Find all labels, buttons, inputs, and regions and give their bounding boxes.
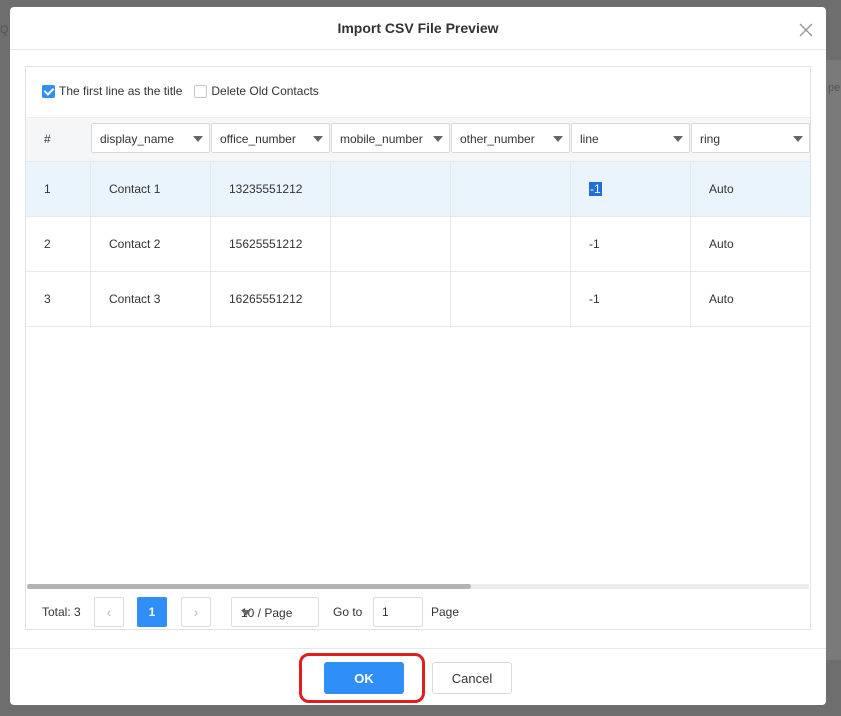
dialog-footer: OK Cancel <box>10 648 826 705</box>
prev-page-button[interactable]: ‹ <box>94 597 124 627</box>
line-cell: -1 <box>571 162 691 216</box>
column-select-label: line <box>580 132 599 146</box>
column-select-label: other_number <box>460 132 535 146</box>
column-select-label: display_name <box>100 132 175 146</box>
options-row: The first line as the title Delete Old C… <box>42 83 331 99</box>
ring-cell: Auto <box>691 162 810 216</box>
preview-panel: The first line as the title Delete Old C… <box>25 66 811 630</box>
display-name-cell: Contact 1 <box>91 162 211 216</box>
first-line-title-option[interactable]: The first line as the title <box>42 84 182 98</box>
cancel-button[interactable]: Cancel <box>432 662 512 694</box>
office-number-cell: 15625551212 <box>211 217 331 271</box>
caret-down-icon <box>433 136 443 142</box>
table-row[interactable]: 2 Contact 2 15625551212 -1 Auto <box>26 217 810 272</box>
index-header: # <box>44 132 51 146</box>
page-label: Page <box>431 605 460 619</box>
first-line-title-label: The first line as the title <box>59 84 183 98</box>
index-cell: 1 <box>26 162 91 216</box>
column-select-label: ring <box>700 132 721 146</box>
index-cell: 3 <box>26 272 91 326</box>
ring-value: Auto <box>709 292 734 306</box>
caret-down-icon <box>313 136 323 142</box>
column-select-label: mobile_number <box>340 132 423 146</box>
office-number-value: 13235551212 <box>229 182 303 196</box>
column-select-label: office_number <box>220 132 296 146</box>
caret-down-icon <box>793 136 803 142</box>
dialog-title: Import CSV File Preview <box>337 20 499 36</box>
display-name-value: Contact 1 <box>109 182 161 196</box>
office-number-value: 16265551212 <box>229 292 303 306</box>
office-number-cell: 13235551212 <box>211 162 331 216</box>
ring-cell: Auto <box>691 272 810 326</box>
table-header: # display_name office_number mobile_numb… <box>26 117 810 162</box>
delete-old-contacts-label: Delete Old Contacts <box>211 84 319 98</box>
caret-down-icon <box>673 136 683 142</box>
mobile-number-cell <box>331 217 451 271</box>
ring-cell: Auto <box>691 217 810 271</box>
column-select-office-number[interactable]: office_number <box>211 123 330 153</box>
caret-down-icon <box>553 136 563 142</box>
dialog-header: Import CSV File Preview <box>10 7 826 50</box>
line-value: -1 <box>589 292 600 306</box>
goto-label: Go to <box>333 605 363 619</box>
goto-page-input[interactable] <box>373 597 423 627</box>
table-row[interactable]: 1 Contact 1 13235551212 -1 Auto <box>26 162 810 217</box>
table-row[interactable]: 3 Contact 3 16265551212 -1 Auto <box>26 272 810 327</box>
ring-value: Auto <box>709 237 734 251</box>
column-select-mobile-number[interactable]: mobile_number <box>331 123 450 153</box>
page-button-current[interactable]: 1 <box>137 597 167 627</box>
line-cell: -1 <box>571 217 691 271</box>
delete-old-contacts-checkbox[interactable] <box>194 84 208 98</box>
display-name-cell: Contact 3 <box>91 272 211 326</box>
import-csv-dialog: Import CSV File Preview The first line a… <box>10 7 826 705</box>
column-select-display-name[interactable]: display_name <box>91 123 210 153</box>
other-number-cell <box>451 162 571 216</box>
index-cell: 2 <box>26 217 91 271</box>
line-cell: -1 <box>571 272 691 326</box>
mobile-number-cell <box>331 162 451 216</box>
csv-preview-table: # display_name office_number mobile_numb… <box>26 117 810 327</box>
horizontal-scrollbar[interactable] <box>27 584 809 589</box>
pagination: Total: 3 ‹ 1 › 10 / Page Go to Page <box>26 597 810 627</box>
delete-old-contacts-option[interactable]: Delete Old Contacts <box>194 84 319 98</box>
scrollbar-thumb[interactable] <box>27 584 471 589</box>
caret-down-icon <box>241 610 251 616</box>
column-select-ring[interactable]: ring <box>691 123 810 153</box>
ok-button[interactable]: OK <box>324 662 404 694</box>
page-size-select[interactable]: 10 / Page <box>231 597 319 627</box>
mobile-number-cell <box>331 272 451 326</box>
chevron-left-icon: ‹ <box>106 604 112 620</box>
ring-value: Auto <box>709 182 734 196</box>
backdrop-ghost-left: Q <box>0 24 9 36</box>
other-number-cell <box>451 272 571 326</box>
index-value: 3 <box>44 292 51 306</box>
other-number-cell <box>451 217 571 271</box>
line-value-selected: -1 <box>589 182 602 196</box>
chevron-right-icon: › <box>193 604 199 620</box>
backdrop-right: pe <box>826 60 841 660</box>
line-value: -1 <box>589 237 600 251</box>
display-name-value: Contact 3 <box>109 292 161 306</box>
display-name-cell: Contact 2 <box>91 217 211 271</box>
close-icon[interactable] <box>798 22 814 38</box>
index-value: 2 <box>44 237 51 251</box>
first-line-title-checkbox[interactable] <box>42 84 55 98</box>
column-select-line[interactable]: line <box>571 123 690 153</box>
office-number-value: 15625551212 <box>229 237 303 251</box>
caret-down-icon <box>193 136 203 142</box>
next-page-button[interactable]: › <box>181 597 211 627</box>
display-name-value: Contact 2 <box>109 237 161 251</box>
office-number-cell: 16265551212 <box>211 272 331 326</box>
column-select-other-number[interactable]: other_number <box>451 123 570 153</box>
total-count: Total: 3 <box>42 605 81 619</box>
index-value: 1 <box>44 182 51 196</box>
